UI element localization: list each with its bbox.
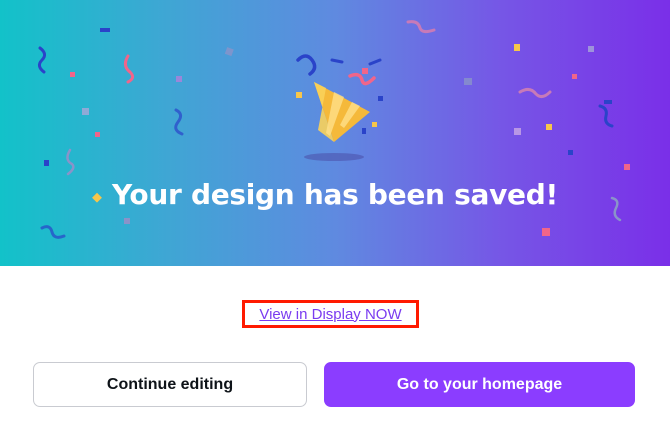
save-success-dialog: Your design has been saved! View in Disp… [0,0,670,442]
go-to-homepage-button[interactable]: Go to your homepage [324,362,635,407]
party-popper-icon [304,82,370,161]
continue-editing-button[interactable]: Continue editing [33,362,307,407]
celebration-banner: Your design has been saved! [0,0,670,266]
view-in-display-link-highlight: View in Display NOW [242,300,419,328]
view-in-display-link[interactable]: View in Display NOW [259,306,401,323]
confetti-decoration [37,20,630,239]
success-title: Your design has been saved! [112,178,558,211]
